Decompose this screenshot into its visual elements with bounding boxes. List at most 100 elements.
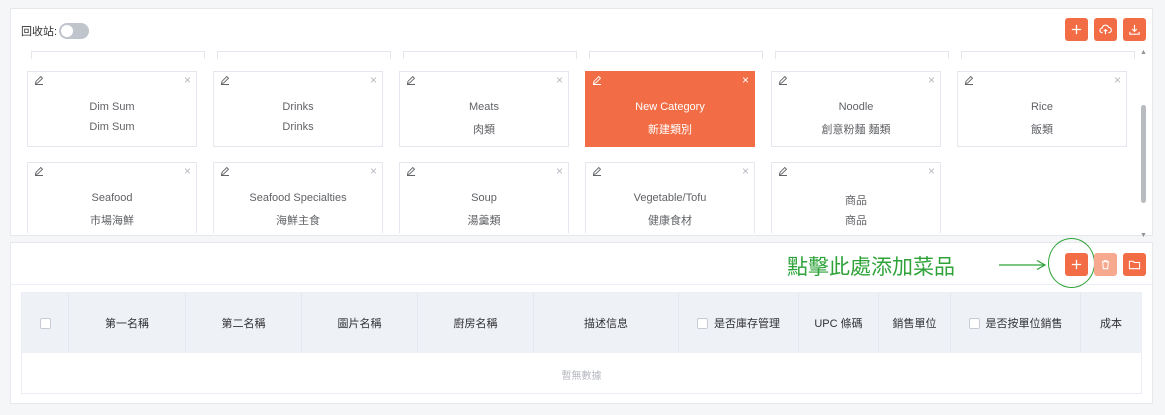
close-icon[interactable]: × <box>556 165 563 177</box>
add-category-button[interactable] <box>1065 18 1088 41</box>
column-label: 是否按單位銷售 <box>985 318 1063 330</box>
category-card[interactable]: × Soup 湯羹類 <box>399 162 569 233</box>
tab-edge <box>775 51 949 59</box>
upload-button[interactable] <box>1094 18 1117 41</box>
category-name-primary: Noodle <box>838 101 874 113</box>
category-card[interactable]: × Drinks Drinks <box>213 71 383 147</box>
column-header[interactable]: 第二名稱 <box>186 293 302 353</box>
recycle-bin-toggle-group: 回收站: <box>21 23 90 39</box>
tab-edge <box>217 51 391 59</box>
category-name-primary: Seafood <box>91 192 133 204</box>
tab-edge <box>403 51 577 59</box>
category-card[interactable]: × Seafood Specialties 海鮮主食 <box>213 162 383 233</box>
close-icon[interactable]: × <box>370 74 377 86</box>
close-icon[interactable]: × <box>928 165 935 177</box>
select-all-cell <box>22 293 69 353</box>
edit-icon[interactable] <box>34 75 44 85</box>
cloud-upload-icon <box>1099 24 1112 35</box>
edit-icon[interactable] <box>406 75 416 85</box>
category-name-primary: New Category <box>635 101 705 113</box>
category-card[interactable]: × Rice 飯類 <box>957 71 1127 147</box>
category-card[interactable]: × Dim Sum Dim Sum <box>27 71 197 147</box>
category-name-primary: Dim Sum <box>89 101 135 113</box>
unit-sale-column-header[interactable]: 是否按單位銷售 <box>951 293 1081 353</box>
plus-icon <box>1071 24 1082 35</box>
recycle-bin-label: 回收站: <box>21 26 58 38</box>
select-all-checkbox[interactable] <box>39 317 51 329</box>
category-tab-strip <box>17 51 1137 59</box>
edit-icon[interactable] <box>592 75 602 85</box>
add-dish-hint: 點擊此處添加菜品 <box>787 255 955 279</box>
dish-table: 第一名稱 第二名稱 圖片名稱 廚房名稱 描述信息 是否庫存管理 UPC 條碼 銷… <box>21 292 1142 394</box>
switch-knob <box>61 25 74 37</box>
delete-dish-button[interactable] <box>1094 253 1117 276</box>
category-scrollbar[interactable]: ▲ ▼ <box>1140 49 1148 239</box>
category-name-secondary: 海鮮主食 <box>276 215 320 227</box>
category-name-secondary: 飯類 <box>1031 124 1053 136</box>
category-name-primary: Vegetable/Tofu <box>633 192 707 204</box>
column-header[interactable]: 第一名稱 <box>69 293 186 353</box>
category-card[interactable]: × Meats 肉類 <box>399 71 569 147</box>
edit-icon[interactable] <box>592 166 602 176</box>
close-icon[interactable]: × <box>742 165 749 177</box>
stock-checkbox[interactable] <box>697 317 708 329</box>
unit-sale-checkbox[interactable] <box>968 317 980 329</box>
close-icon[interactable]: × <box>184 74 191 86</box>
category-name-secondary: 健康食材 <box>648 215 692 227</box>
category-name-secondary: 商品 <box>845 215 867 227</box>
table-header: 第一名稱 第二名稱 圖片名稱 廚房名稱 描述信息 是否庫存管理 UPC 條碼 銷… <box>22 293 1141 353</box>
edit-icon[interactable] <box>220 166 230 176</box>
close-icon[interactable]: × <box>742 74 749 86</box>
close-icon[interactable]: × <box>1114 74 1121 86</box>
column-header[interactable]: 銷售單位 <box>879 293 951 353</box>
edit-icon[interactable] <box>778 75 788 85</box>
scroll-down-icon[interactable]: ▼ <box>1140 232 1147 239</box>
category-name-secondary: Drinks <box>282 121 314 133</box>
close-icon[interactable]: × <box>928 74 935 86</box>
category-actions <box>1065 18 1146 41</box>
category-name-primary: 商品 <box>845 195 867 207</box>
edit-icon[interactable] <box>34 166 44 176</box>
category-name-secondary: 湯羹類 <box>467 215 501 227</box>
column-header[interactable]: 成本 <box>1081 293 1141 353</box>
category-card[interactable]: × 商品 商品 <box>771 162 941 233</box>
recycle-bin-switch[interactable] <box>59 23 90 39</box>
tab-edge <box>589 51 763 59</box>
column-header[interactable]: 圖片名稱 <box>302 293 418 353</box>
column-header[interactable]: UPC 條碼 <box>799 293 879 353</box>
arrow-icon <box>999 259 1047 271</box>
category-card[interactable]: × New Category 新建類別 <box>585 71 755 147</box>
close-icon[interactable]: × <box>556 74 563 86</box>
download-button[interactable] <box>1123 18 1146 41</box>
column-header[interactable]: 描述信息 <box>534 293 679 353</box>
edit-icon[interactable] <box>220 75 230 85</box>
stock-column-header[interactable]: 是否庫存管理 <box>679 293 799 353</box>
folder-icon <box>1128 260 1141 270</box>
category-card[interactable]: × Vegetable/Tofu 健康食材 <box>585 162 755 233</box>
trash-icon <box>1101 260 1110 270</box>
folder-button[interactable] <box>1123 253 1146 276</box>
scroll-up-icon[interactable]: ▲ <box>1140 49 1147 56</box>
category-name-primary: Drinks <box>282 101 314 113</box>
category-name-secondary: 肉類 <box>473 124 495 136</box>
scroll-thumb[interactable] <box>1141 105 1146 203</box>
category-card[interactable]: × Seafood 市場海鮮 <box>27 162 197 233</box>
table-empty-text: 暫無數據 <box>561 370 602 382</box>
category-card[interactable]: × Noodle 創意粉麵 麵類 <box>771 71 941 147</box>
dish-actions <box>1065 253 1146 276</box>
close-icon[interactable]: × <box>370 165 377 177</box>
column-label: 是否庫存管理 <box>714 318 780 330</box>
tab-edge <box>31 51 205 59</box>
add-dish-button[interactable] <box>1065 253 1088 276</box>
column-header[interactable]: 廚房名稱 <box>418 293 534 353</box>
dish-toolbar: 點擊此處添加菜品 <box>11 238 1152 288</box>
category-name-secondary: Dim Sum <box>89 121 135 133</box>
edit-icon[interactable] <box>778 166 788 176</box>
edit-icon[interactable] <box>964 75 974 85</box>
tab-edge <box>961 51 1135 59</box>
category-panel: 回收站: × Dim Sum Dim Sum × Drinks Drinks × Meats 肉… <box>10 8 1153 239</box>
download-icon <box>1129 24 1140 35</box>
plus-icon <box>1071 259 1082 270</box>
edit-icon[interactable] <box>406 166 416 176</box>
close-icon[interactable]: × <box>184 165 191 177</box>
